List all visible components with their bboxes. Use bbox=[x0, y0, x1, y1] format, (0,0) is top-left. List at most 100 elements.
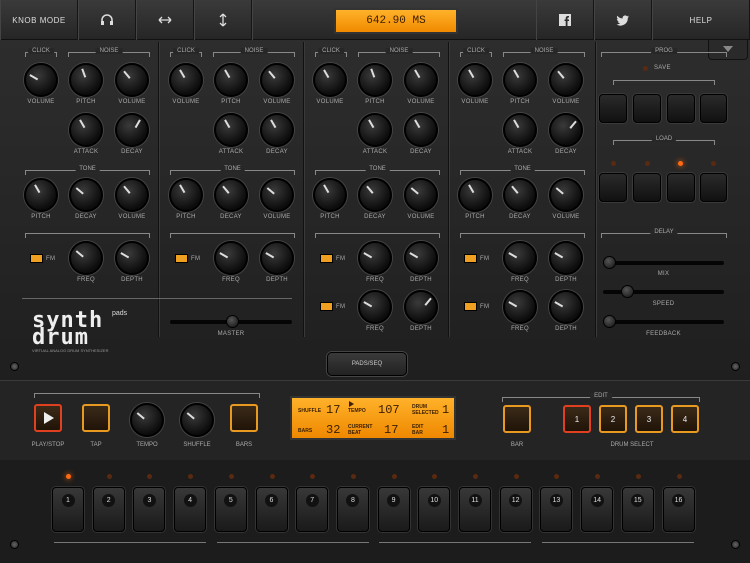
drum-select-4[interactable]: 4 bbox=[671, 405, 699, 433]
tone-volume-knob[interactable] bbox=[115, 178, 149, 212]
prog-save-slot-3[interactable] bbox=[667, 94, 695, 123]
fm-freq-knob[interactable] bbox=[503, 241, 537, 275]
step-pad-7[interactable]: 7 bbox=[296, 487, 329, 532]
tap-button[interactable] bbox=[82, 404, 110, 432]
step-pad-8[interactable]: 8 bbox=[336, 487, 369, 532]
step-pad-16[interactable]: 16 bbox=[662, 487, 695, 532]
tone-pitch-knob[interactable] bbox=[169, 178, 203, 212]
drum-select-1[interactable]: 1 bbox=[563, 405, 591, 433]
fm2-depth-knob[interactable] bbox=[404, 290, 438, 324]
click-volume-knob[interactable] bbox=[169, 63, 203, 97]
step-pad-13[interactable]: 13 bbox=[540, 487, 573, 532]
fm-depth-knob[interactable] bbox=[115, 241, 149, 275]
noise-attack-knob[interactable] bbox=[503, 113, 537, 147]
noise-attack-knob[interactable] bbox=[214, 113, 248, 147]
delay-feedback-slider[interactable] bbox=[603, 315, 724, 328]
tone-pitch-knob[interactable] bbox=[458, 178, 492, 212]
prog-load-slot-1[interactable] bbox=[599, 173, 627, 202]
fm-ramp-icon[interactable] bbox=[464, 254, 477, 263]
headphones-button[interactable] bbox=[78, 0, 136, 40]
step-pad-4[interactable]: 4 bbox=[174, 487, 207, 532]
prog-load-slot-2[interactable] bbox=[633, 173, 661, 202]
bars-button[interactable] bbox=[230, 404, 258, 432]
noise-decay-knob[interactable] bbox=[549, 113, 583, 147]
slider-thumb[interactable] bbox=[621, 285, 634, 298]
fm-depth-knob[interactable] bbox=[260, 241, 294, 275]
drum-select-3[interactable]: 3 bbox=[635, 405, 663, 433]
tone-pitch-knob[interactable] bbox=[24, 178, 58, 212]
fm-freq-knob[interactable] bbox=[358, 241, 392, 275]
tone-decay-knob[interactable] bbox=[358, 178, 392, 212]
noise-volume-knob[interactable] bbox=[260, 63, 294, 97]
step-pad-3[interactable]: 3 bbox=[133, 487, 166, 532]
fm2-freq-knob[interactable] bbox=[503, 290, 537, 324]
play-stop-button[interactable] bbox=[34, 404, 62, 432]
fm-sine-icon[interactable] bbox=[464, 302, 477, 311]
noise-attack-knob[interactable] bbox=[358, 113, 392, 147]
fm-freq-knob[interactable] bbox=[214, 241, 248, 275]
drum-select-2[interactable]: 2 bbox=[599, 405, 627, 433]
slider-thumb[interactable] bbox=[603, 256, 616, 269]
tempo-knob[interactable] bbox=[130, 403, 164, 437]
step-pad-5[interactable]: 5 bbox=[214, 487, 247, 532]
noise-decay-knob[interactable] bbox=[260, 113, 294, 147]
fm-sine-icon[interactable] bbox=[320, 302, 333, 311]
step-pad-11[interactable]: 11 bbox=[459, 487, 491, 532]
noise-decay-knob[interactable] bbox=[404, 113, 438, 147]
noise-pitch-knob[interactable] bbox=[214, 63, 248, 97]
fm-ramp-icon[interactable] bbox=[175, 254, 188, 263]
noise-volume-knob[interactable] bbox=[549, 63, 583, 97]
delay-mix-slider[interactable] bbox=[603, 256, 724, 269]
step-pad-1[interactable]: 1 bbox=[52, 487, 84, 532]
noise-attack-knob[interactable] bbox=[69, 113, 103, 147]
fm2-depth-knob[interactable] bbox=[549, 290, 583, 324]
tone-pitch-knob[interactable] bbox=[313, 178, 347, 212]
tone-volume-knob[interactable] bbox=[404, 178, 438, 212]
noise-pitch-knob[interactable] bbox=[358, 63, 392, 97]
tone-volume-knob[interactable] bbox=[549, 178, 583, 212]
collapse-tab[interactable] bbox=[708, 40, 748, 60]
pads-seq-button[interactable]: PADS/SEQ bbox=[327, 352, 407, 376]
step-pad-15[interactable]: 15 bbox=[621, 487, 654, 532]
fm-depth-knob[interactable] bbox=[549, 241, 583, 275]
noise-volume-knob[interactable] bbox=[404, 63, 438, 97]
click-volume-knob[interactable] bbox=[313, 63, 347, 97]
facebook-button[interactable] bbox=[536, 0, 594, 40]
step-pad-2[interactable]: 2 bbox=[92, 487, 125, 532]
step-pad-6[interactable]: 6 bbox=[255, 487, 288, 532]
prog-save-slot-2[interactable] bbox=[633, 94, 661, 123]
noise-decay-knob[interactable] bbox=[115, 113, 149, 147]
click-volume-knob[interactable] bbox=[458, 63, 492, 97]
knob-mode-button[interactable]: KNOB MODE bbox=[0, 0, 78, 40]
step-pad-14[interactable]: 14 bbox=[581, 487, 614, 532]
fm-freq-knob[interactable] bbox=[69, 241, 103, 275]
tone-decay-knob[interactable] bbox=[69, 178, 103, 212]
noise-volume-knob[interactable] bbox=[115, 63, 149, 97]
fm2-freq-knob[interactable] bbox=[358, 290, 392, 324]
step-pad-12[interactable]: 12 bbox=[499, 487, 532, 532]
click-volume-knob[interactable] bbox=[24, 63, 58, 97]
tone-decay-knob[interactable] bbox=[503, 178, 537, 212]
delay-speed-slider[interactable] bbox=[603, 285, 724, 298]
noise-pitch-knob[interactable] bbox=[503, 63, 537, 97]
master-slider[interactable] bbox=[170, 315, 292, 328]
prog-load-slot-3[interactable] bbox=[667, 173, 695, 202]
noise-pitch-knob[interactable] bbox=[69, 63, 103, 97]
slider-thumb[interactable] bbox=[226, 315, 239, 328]
help-button[interactable]: HELP bbox=[652, 0, 750, 40]
tone-volume-knob[interactable] bbox=[260, 178, 294, 212]
prog-save-slot-4[interactable] bbox=[700, 94, 727, 123]
fm-ramp-icon[interactable] bbox=[320, 254, 333, 263]
step-pad-9[interactable]: 9 bbox=[377, 487, 410, 532]
step-pad-10[interactable]: 10 bbox=[418, 487, 451, 532]
horizontal-knob-mode-button[interactable] bbox=[136, 0, 194, 40]
tone-decay-knob[interactable] bbox=[214, 178, 248, 212]
twitter-button[interactable] bbox=[594, 0, 652, 40]
vertical-knob-mode-button[interactable] bbox=[194, 0, 252, 40]
slider-thumb[interactable] bbox=[603, 315, 616, 328]
fm-ramp-icon[interactable] bbox=[30, 254, 43, 263]
prog-load-slot-4[interactable] bbox=[700, 173, 727, 202]
fm-depth-knob[interactable] bbox=[404, 241, 438, 275]
shuffle-knob[interactable] bbox=[180, 403, 214, 437]
edit-bar-button[interactable] bbox=[503, 405, 531, 433]
